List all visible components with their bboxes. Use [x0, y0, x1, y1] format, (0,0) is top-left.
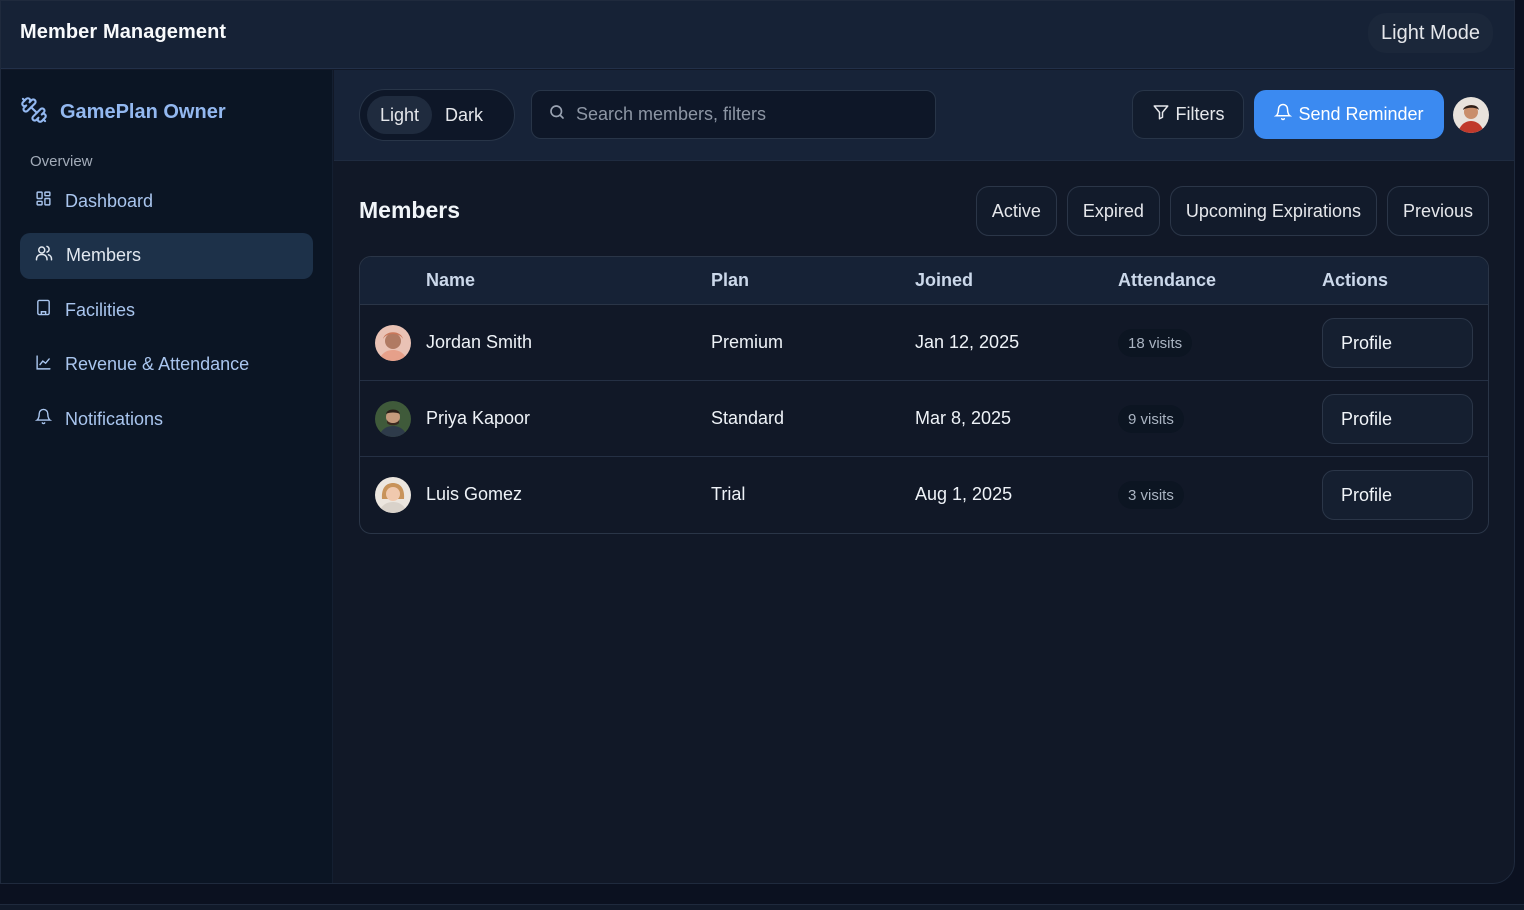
- members-table: Name Plan Joined Attendance Actions Jord…: [359, 256, 1489, 534]
- filter-chip-upcoming-expirations[interactable]: Upcoming Expirations: [1169, 186, 1377, 236]
- building-icon: [35, 299, 52, 321]
- chart-icon: [35, 354, 52, 376]
- member-plan: Standard: [711, 408, 785, 428]
- profile-button[interactable]: Profile: [1322, 318, 1473, 368]
- window-title: Member Management: [20, 21, 227, 43]
- sidebar-nav: Dashboard Members Facilities Revenue & A…: [20, 178, 313, 451]
- brand: GamePlan Owner: [20, 96, 226, 129]
- profile-button[interactable]: Profile: [1322, 394, 1473, 444]
- sidebar-item-members[interactable]: Members: [20, 232, 313, 279]
- page-title: Members: [359, 197, 460, 223]
- avatar: [375, 325, 411, 361]
- search-input[interactable]: [576, 104, 916, 125]
- table-header: Name Plan Joined Attendance Actions: [360, 257, 1488, 305]
- sidebar-item-label: Dashboard: [65, 190, 154, 211]
- sidebar-item-label: Members: [66, 245, 142, 265]
- sidebar-item-notifications[interactable]: Notifications: [20, 396, 313, 442]
- sidebar-item-dashboard[interactable]: Dashboard: [20, 178, 313, 224]
- table-row: Luis Gomez Trial Aug 1, 2025 3 visits Pr…: [360, 457, 1488, 533]
- table-row: Jordan Smith Premium Jan 12, 2025 18 vis…: [360, 305, 1488, 381]
- send-reminder-label: Send Reminder: [1298, 104, 1424, 124]
- member-name: Priya Kapoor: [426, 408, 531, 428]
- search-box: [531, 90, 936, 139]
- sidebar-item-label: Facilities: [65, 299, 136, 320]
- table-row: Priya Kapoor Standard Mar 8, 2025 9 visi…: [360, 381, 1488, 457]
- theme-switch: Light Dark: [359, 89, 515, 141]
- sidebar-item-facilities[interactable]: Facilities: [20, 287, 313, 333]
- filters-button[interactable]: Filters: [1132, 90, 1244, 139]
- column-header-joined: Joined: [915, 270, 974, 290]
- dashboard-icon: [35, 190, 52, 212]
- sidebar-item-label: Notifications: [65, 408, 164, 429]
- send-reminder-button[interactable]: Send Reminder: [1254, 90, 1444, 139]
- member-plan: Premium: [711, 332, 784, 352]
- filters-label: Filters: [1175, 104, 1225, 124]
- section-label-overview: Overview: [30, 153, 93, 170]
- filter-chip-previous[interactable]: Previous: [1386, 186, 1489, 236]
- app-window: Member Management Light Mode GamePlan Ow…: [0, 0, 1515, 884]
- member-plan: Trial: [711, 484, 746, 504]
- member-joined: Jan 12, 2025: [915, 332, 1020, 352]
- profile-button[interactable]: Profile: [1322, 470, 1473, 520]
- brand-name: GamePlan Owner: [60, 101, 226, 123]
- column-header-actions: Actions: [1322, 270, 1389, 290]
- title-bar: Member Management Light Mode: [1, 1, 1514, 69]
- column-header-plan: Plan: [711, 270, 750, 290]
- top-toolbar: Light Dark Filters Send Reminder: [334, 70, 1514, 161]
- avatar: [375, 401, 411, 437]
- filter-icon: [1152, 103, 1170, 126]
- sidebar-item-label: Revenue & Attendance: [65, 354, 250, 374]
- light-mode-button[interactable]: Light Mode: [1368, 13, 1493, 53]
- search-icon: [548, 103, 566, 126]
- member-name: Jordan Smith: [426, 332, 533, 352]
- bottom-panel-edge: [0, 904, 1524, 910]
- bell-icon: [1274, 103, 1293, 126]
- theme-dark-option[interactable]: Dark: [432, 96, 496, 134]
- member-joined: Aug 1, 2025: [915, 484, 1013, 504]
- filter-chip-expired[interactable]: Expired: [1066, 186, 1160, 236]
- column-header-name: Name: [426, 270, 476, 290]
- member-joined: Mar 8, 2025: [915, 408, 1012, 428]
- dumbbell-icon: [20, 96, 48, 129]
- user-avatar[interactable]: [1453, 97, 1489, 133]
- column-header-attendance: Attendance: [1118, 270, 1217, 290]
- theme-light-option[interactable]: Light: [367, 96, 433, 134]
- member-filter-chips: Active Expired Upcoming Expirations Prev…: [975, 186, 1489, 236]
- sidebar: GamePlan Owner Overview Dashboard Member…: [1, 70, 333, 883]
- attendance-badge: 9 visits: [1118, 405, 1184, 433]
- users-icon: [35, 244, 53, 267]
- member-name: Luis Gomez: [426, 484, 523, 504]
- attendance-badge: 3 visits: [1118, 481, 1184, 509]
- attendance-badge: 18 visits: [1118, 329, 1193, 357]
- bell-icon: [34, 408, 53, 430]
- filter-chip-active[interactable]: Active: [975, 186, 1057, 236]
- sidebar-item-revenue-attendance[interactable]: Revenue & Attendance: [20, 342, 313, 388]
- avatar: [375, 477, 411, 513]
